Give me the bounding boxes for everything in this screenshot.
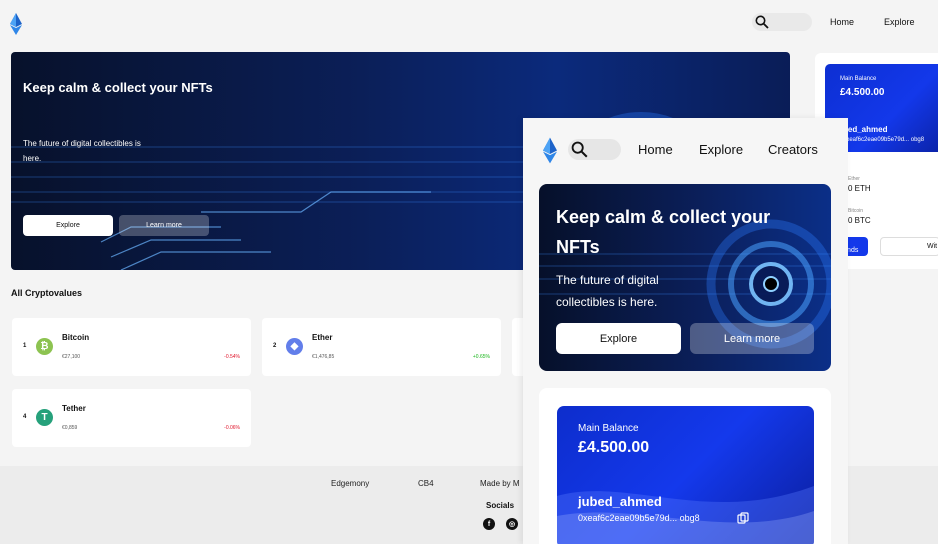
wallet-username: jubed_ahmed [578, 494, 662, 509]
wallet-address: 0xeaf6c2eae09b5e79d... obg8 [843, 137, 925, 143]
coin-name: Bitcoin [62, 333, 90, 342]
balance-amount: £4.500.00 [578, 439, 650, 456]
learn-more-button[interactable]: Learn more [690, 323, 814, 354]
bitcoin-icon: ₿ [36, 338, 53, 355]
coin-change: -0.54% [224, 354, 240, 360]
nav-explore-link[interactable]: Explore [699, 142, 743, 157]
balance-label: Main Balance [840, 76, 877, 82]
withdraw-button[interactable]: Wit [880, 237, 938, 256]
explore-button[interactable]: Explore [23, 215, 113, 236]
nav-home-link[interactable]: Home [830, 17, 854, 27]
wallet-username: bed_ahmed [843, 125, 888, 134]
section-title: All Cryptovalues [11, 288, 83, 298]
copy-icon[interactable] [737, 512, 749, 524]
search-icon [755, 15, 769, 29]
coin-name: Ether [312, 333, 333, 342]
tether-icon: T [36, 409, 53, 426]
eth-value: 0 ETH [848, 184, 871, 193]
mobile-hero-banner: Keep calm & collect your NFTs The future… [539, 184, 831, 371]
explore-button[interactable]: Explore [556, 323, 681, 354]
wallet-address: 0xeaf6c2eae09b5e79d... obg8 [578, 513, 700, 523]
btc-value: 0 BTC [848, 216, 871, 225]
ether-icon: ◆ [286, 338, 303, 355]
nav-creators-link[interactable]: Creators [768, 142, 818, 157]
coin-rank: 2 [273, 343, 277, 349]
coin-price: €0,859 [62, 425, 78, 431]
balance-amount: £4.500.00 [840, 87, 885, 98]
coin-rank: 1 [23, 343, 27, 349]
eth-label: Ether [848, 176, 860, 182]
hero-title: Keep calm & collect your NFTs [556, 207, 771, 257]
nav-home-link[interactable]: Home [638, 142, 673, 157]
coin-change: +0.65% [472, 354, 490, 360]
mobile-balance-card: Main Balance £4.500.00 jubed_ahmed 0xeaf… [557, 406, 814, 544]
hero-title: Keep calm & collect your NFTs [23, 80, 213, 95]
search-input[interactable] [568, 139, 621, 160]
coin-rank: 4 [23, 414, 27, 420]
socials-title: Socials [486, 501, 515, 510]
coin-name: Tether [62, 404, 86, 413]
ethereum-logo-icon[interactable] [10, 13, 22, 35]
coin-card-bitcoin[interactable]: 1 ₿ Bitcoin €27,100 -0.54% [12, 318, 251, 376]
balance-label: Main Balance [578, 423, 639, 434]
footer-made-by: Made by M [480, 479, 520, 488]
coin-price: €1,476,85 [312, 354, 335, 360]
learn-more-button[interactable]: Learn more [119, 215, 209, 236]
instagram-icon[interactable]: ◎ [506, 518, 518, 530]
search-input[interactable] [752, 13, 812, 31]
coin-price: €27,100 [62, 354, 81, 360]
search-icon [571, 141, 588, 158]
hero-subtitle: The future of digital collectibles is he… [556, 273, 659, 309]
coin-card-tether[interactable]: 4 T Tether €0,859 -0.06% [12, 389, 251, 447]
coin-card-ether[interactable]: 2 ◆ Ether €1,476,85 +0.65% [262, 318, 501, 376]
ethereum-logo-icon[interactable] [543, 134, 557, 167]
hero-subtitle: The future of digital collectibles is he… [23, 139, 141, 163]
facebook-icon[interactable]: f [483, 518, 495, 530]
footer-link-edgemony[interactable]: Edgemony [331, 479, 369, 488]
nav-explore-link[interactable]: Explore [884, 17, 915, 27]
btc-label: Bitcoin [848, 208, 864, 214]
footer-link-cb4[interactable]: CB4 [418, 479, 434, 488]
coin-change: -0.06% [224, 425, 240, 431]
